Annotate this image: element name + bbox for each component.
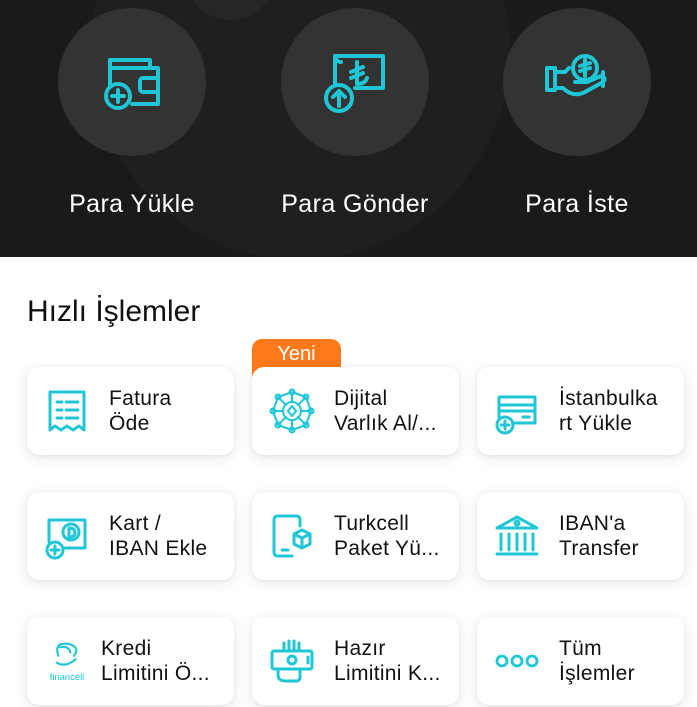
- more-dots-icon: [493, 637, 541, 685]
- lira-request-hand-icon: [503, 8, 651, 156]
- phone-package-icon: [268, 512, 316, 560]
- quick-action-label: İstanbulka rt Yükle: [559, 387, 658, 435]
- bank-icon: [493, 512, 541, 560]
- card-add-icon: [493, 387, 541, 435]
- card-add-payment-icon: [43, 512, 91, 560]
- para-yukle-label: Para Yükle: [69, 190, 195, 218]
- section-title: Hızlı İşlemler: [27, 295, 201, 328]
- top-actions-panel: Para Yükle Para Gönder Para İste: [0, 0, 697, 257]
- quick-action-label: Kart / IBAN Ekle: [109, 512, 208, 560]
- quick-action-kart-iban-ekle[interactable]: Kart / IBAN Ekle: [27, 492, 234, 580]
- quick-action-istanbulkart-yukle[interactable]: İstanbulka rt Yükle: [477, 367, 684, 455]
- quick-action-tum-islemler[interactable]: Tüm İşlemler: [477, 617, 684, 705]
- quick-action-label: Turkcell Paket Yü...: [334, 512, 440, 560]
- quick-action-turkcell-paket[interactable]: Turkcell Paket Yü...: [252, 492, 459, 580]
- lira-send-icon: [281, 8, 429, 156]
- quick-action-fatura-ode[interactable]: Fatura Öde: [27, 367, 234, 455]
- quick-action-label: Hazır Limitini K...: [334, 637, 441, 685]
- quick-action-label: Tüm İşlemler: [559, 637, 635, 685]
- quick-action-label: Fatura Öde: [109, 387, 172, 435]
- receipt-icon: [43, 387, 91, 435]
- digital-asset-network-icon: [268, 387, 316, 435]
- quick-action-kredi-limiti[interactable]: financell Kredi Limitini Ö...: [27, 617, 234, 705]
- wallet-add-icon: [58, 8, 206, 156]
- para-gonder-button[interactable]: Para Gönder: [245, 0, 465, 257]
- quick-action-label: IBAN'a Transfer: [559, 512, 639, 560]
- quick-action-iban-transfer[interactable]: IBAN'a Transfer: [477, 492, 684, 580]
- financell-logo-icon: financell: [43, 637, 91, 685]
- para-iste-button[interactable]: Para İste: [467, 0, 687, 257]
- quick-action-label: Dijital Varlık Al/...: [334, 387, 437, 435]
- hand-money-icon: [268, 637, 316, 685]
- para-gonder-label: Para Gönder: [281, 190, 429, 218]
- quick-action-dijital-varlik[interactable]: Dijital Varlık Al/...: [252, 367, 459, 455]
- quick-action-hazir-limit[interactable]: Hazır Limitini K...: [252, 617, 459, 705]
- quick-action-label: Kredi Limitini Ö...: [101, 637, 210, 685]
- financell-logo-text: financell: [50, 671, 85, 682]
- para-yukle-button[interactable]: Para Yükle: [22, 0, 242, 257]
- para-iste-label: Para İste: [525, 190, 629, 218]
